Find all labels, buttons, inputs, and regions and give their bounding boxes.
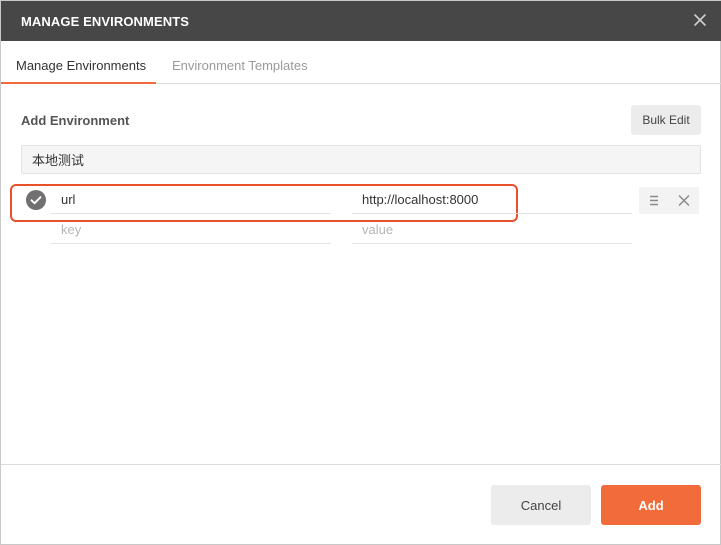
menu-lines-icon[interactable] [639,187,669,214]
close-icon[interactable] [690,10,710,30]
manage-environments-dialog: MANAGE ENVIRONMENTS Manage Environments … [0,0,721,545]
active-tab-indicator [1,82,156,84]
check-circle-icon[interactable] [26,190,46,210]
tab-environment-templates[interactable]: Environment Templates [172,58,308,73]
footer-divider [1,464,721,465]
delete-x-icon[interactable] [669,187,699,214]
new-value-input[interactable] [352,216,632,244]
dialog-title: MANAGE ENVIRONMENTS [21,14,190,29]
variable-value-input[interactable] [352,186,632,214]
environment-name-input[interactable] [21,145,701,174]
tab-manage-environments[interactable]: Manage Environments [16,58,146,73]
cancel-button[interactable]: Cancel [491,485,591,525]
bulk-edit-button[interactable]: Bulk Edit [631,105,701,135]
tab-bar: Manage Environments Environment Template… [1,41,721,84]
variable-key-input[interactable] [51,186,331,214]
add-button[interactable]: Add [601,485,701,525]
section-title: Add Environment [21,113,130,128]
dialog-titlebar: MANAGE ENVIRONMENTS [1,1,721,41]
new-key-input[interactable] [51,216,331,244]
